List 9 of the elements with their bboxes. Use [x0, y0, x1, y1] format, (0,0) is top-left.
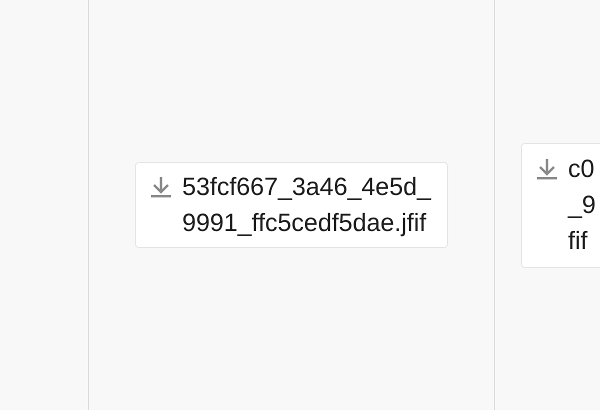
- file-card[interactable]: c0 _9 fif: [521, 142, 600, 268]
- file-name: 53fcf667_3a46_4e5d_: [182, 172, 431, 203]
- file-name: c0: [568, 154, 596, 184]
- file-card[interactable]: 53fcf667_3a46_4e5d_ 9991_ffc5cedf5dae.jfif: [135, 162, 448, 248]
- download-icon[interactable]: [536, 158, 558, 180]
- file-name: _9: [568, 190, 596, 220]
- file-name: 9991_ffc5cedf5dae.jfif: [182, 208, 428, 239]
- download-icon[interactable]: [150, 176, 172, 198]
- file-name: fif: [568, 226, 588, 256]
